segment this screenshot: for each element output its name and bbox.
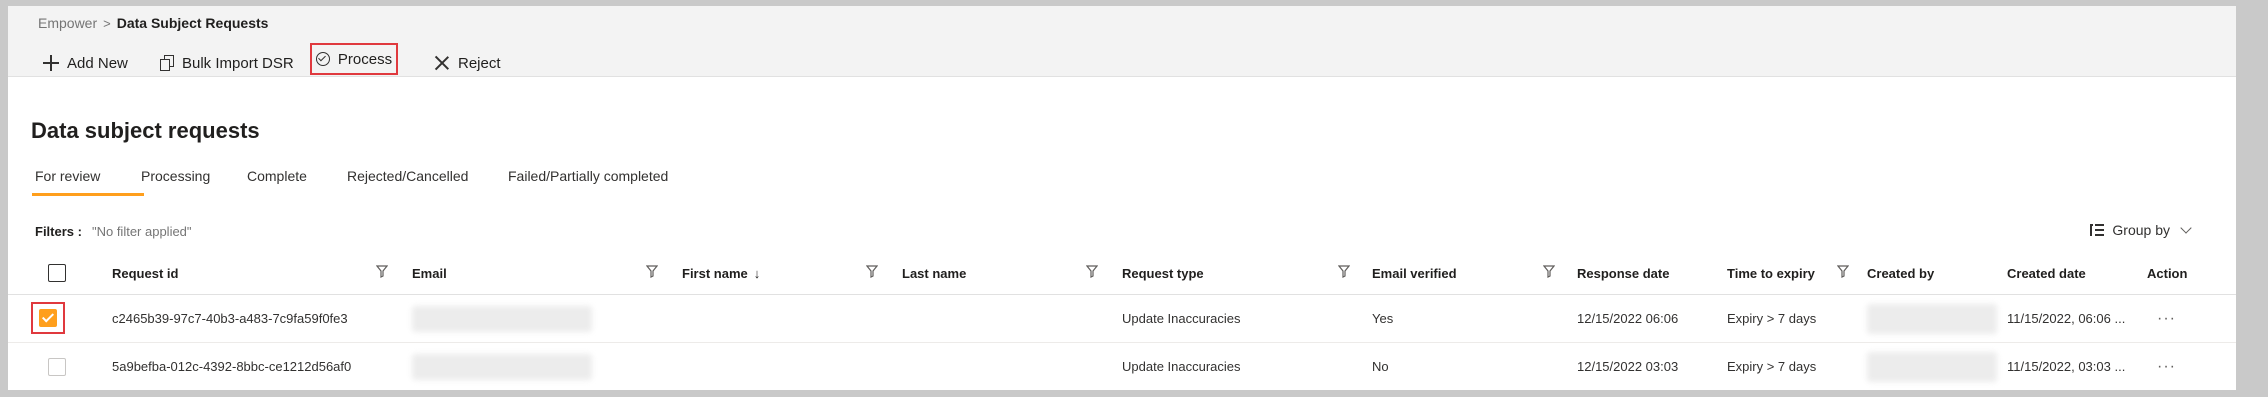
col-first-name-label: First name [682, 265, 748, 281]
col-action: Action [2147, 265, 2188, 281]
breadcrumb-separator: > [103, 15, 111, 31]
cell-created-date: 11/15/2022, 03:03 ... [2007, 359, 2126, 374]
cell-created-by-redacted [1867, 343, 1997, 390]
sort-descending-icon: ↓ [753, 265, 761, 281]
filter-icon[interactable] [376, 265, 388, 278]
filter-icon[interactable] [1837, 265, 1849, 278]
cell-response-date: 12/15/2022 06:06 [1577, 311, 1679, 326]
col-response-date[interactable]: Response date [1577, 252, 1669, 294]
cell-created-by-redacted [1867, 295, 1997, 342]
cell-email-redacted [412, 343, 592, 390]
col-email[interactable]: Email [412, 252, 447, 294]
tab-rejected-cancelled[interactable]: Rejected/Cancelled [347, 168, 508, 196]
page-title: Data subject requests [31, 118, 260, 143]
col-time-to-expiry[interactable]: Time to expiry [1727, 252, 1815, 294]
col-email-verified[interactable]: Email verified [1372, 252, 1457, 294]
table-header: Request id Email First name ↓ Last name … [8, 252, 2236, 295]
filters-label: Filters : [35, 224, 82, 239]
table-row[interactable]: 5a9befba-012c-4392-8bbc-ce1212d56af0 Upd… [8, 343, 2236, 390]
cell-request-type: Update Inaccuracies [1122, 311, 1241, 326]
select-all-checkbox[interactable] [48, 264, 66, 282]
add-new-button[interactable]: Add New [43, 48, 128, 78]
filters-value: "No filter applied" [91, 224, 192, 239]
row-select-cell [48, 343, 66, 390]
command-bar: Empower > Data Subject Requests Add New … [8, 6, 2236, 77]
group-list-icon [2090, 224, 2105, 236]
plus-icon [43, 55, 59, 71]
more-actions-button[interactable]: ··· [2157, 295, 2176, 342]
filter-icon[interactable] [866, 265, 878, 278]
cell-created-date: 11/15/2022, 06:06 ... [2007, 311, 2126, 326]
cell-email-redacted [412, 295, 592, 342]
col-request-type[interactable]: Request type [1122, 252, 1204, 294]
close-icon [434, 55, 450, 71]
row-checkbox[interactable] [39, 309, 57, 327]
cell-response-date: 12/15/2022 03:03 [1577, 359, 1679, 374]
row-select-cell [31, 302, 65, 334]
filters-summary: Filters : "No filter applied" [35, 224, 192, 239]
breadcrumb-root[interactable]: Empower [38, 15, 97, 31]
tab-processing[interactable]: Processing [141, 168, 247, 196]
col-created-by[interactable]: Created by [1867, 252, 1934, 294]
process-label: Process [337, 50, 393, 68]
requests-table: Request id Email First name ↓ Last name … [8, 252, 2236, 390]
breadcrumb-current: Data Subject Requests [116, 15, 269, 31]
more-actions-button[interactable]: ··· [2157, 343, 2176, 390]
col-last-name[interactable]: Last name [902, 252, 966, 294]
cell-request-id[interactable]: 5a9befba-012c-4392-8bbc-ce1212d56af0 [112, 343, 351, 390]
bulk-import-label: Bulk Import DSR [182, 54, 294, 72]
table-row[interactable]: c2465b39-97c7-40b3-a483-7c9fa59f0fe3 Upd… [8, 295, 2236, 343]
reject-label: Reject [458, 54, 501, 72]
filter-icon[interactable] [646, 265, 658, 278]
col-request-id[interactable]: Request id [112, 252, 178, 294]
row-checkbox[interactable] [48, 357, 66, 376]
documents-icon [160, 55, 174, 71]
filter-icon[interactable] [1543, 265, 1555, 278]
tab-complete[interactable]: Complete [247, 168, 347, 196]
check-circle-icon [315, 52, 330, 66]
col-first-name[interactable]: First name ↓ [682, 252, 760, 294]
cell-time-to-expiry: Expiry > 7 days [1727, 311, 1817, 326]
filter-icon[interactable] [1086, 265, 1098, 278]
bulk-import-button[interactable]: Bulk Import DSR [160, 48, 294, 78]
select-all-cell [48, 252, 66, 294]
reject-button[interactable]: Reject [434, 48, 501, 78]
group-by-label: Group by [2112, 222, 2170, 238]
filter-icon[interactable] [1338, 265, 1350, 278]
cell-email-verified: No [1372, 359, 1389, 374]
cell-email-verified: Yes [1372, 311, 1394, 326]
cell-request-type: Update Inaccuracies [1122, 359, 1241, 374]
status-tabs: For review Processing Complete Rejected/… [32, 168, 668, 196]
process-button[interactable]: Process [310, 43, 398, 75]
group-by-button[interactable]: Group by [2090, 222, 2192, 238]
breadcrumb: Empower > Data Subject Requests [38, 15, 268, 31]
tab-failed-partially-completed[interactable]: Failed/Partially completed [508, 168, 668, 196]
tab-for-review[interactable]: For review [32, 168, 144, 196]
app-window: Empower > Data Subject Requests Add New … [8, 6, 2236, 390]
chevron-down-icon [2180, 222, 2192, 234]
cell-time-to-expiry: Expiry > 7 days [1727, 359, 1817, 374]
cell-request-id[interactable]: c2465b39-97c7-40b3-a483-7c9fa59f0fe3 [112, 295, 348, 342]
col-created-date[interactable]: Created date [2007, 252, 2086, 294]
add-new-label: Add New [67, 54, 128, 72]
